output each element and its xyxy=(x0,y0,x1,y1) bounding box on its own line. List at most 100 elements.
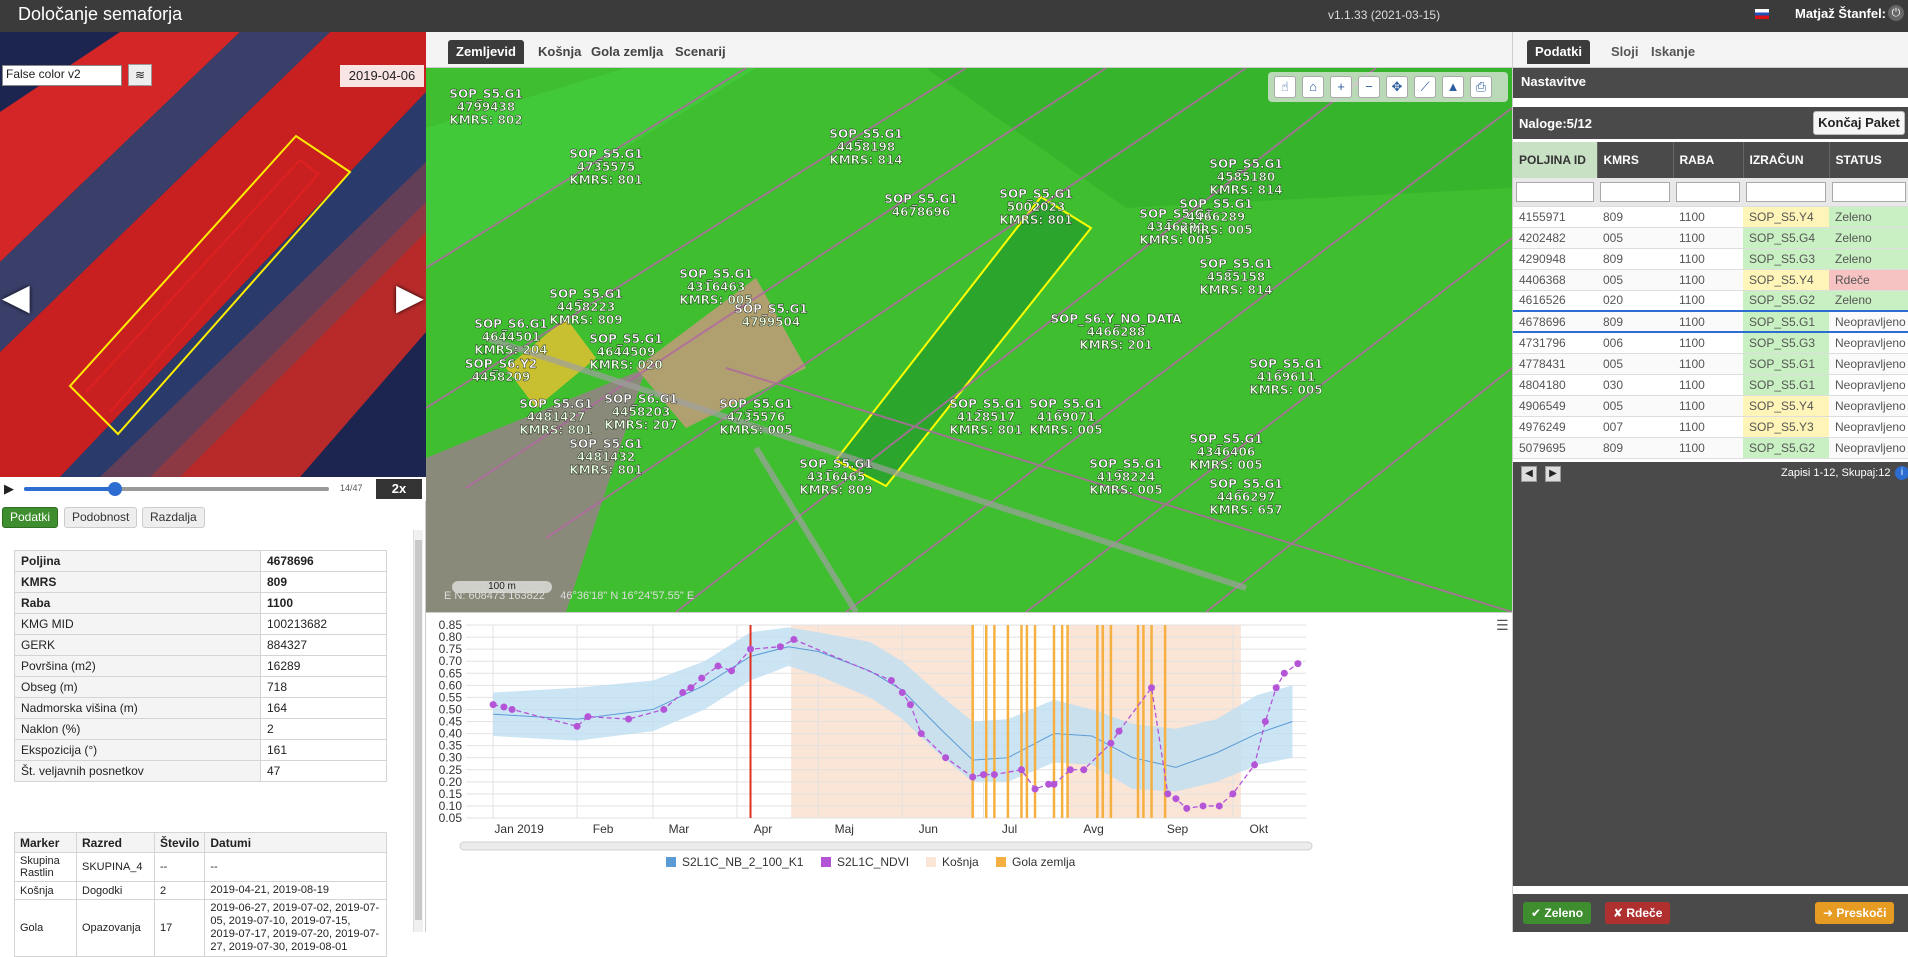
column-filter-input[interactable] xyxy=(1516,181,1594,202)
ndvi-point[interactable] xyxy=(1050,780,1058,788)
tab-scenarij[interactable]: Scenarij xyxy=(675,40,726,64)
next-image-arrow-icon[interactable]: ▶ xyxy=(396,267,424,327)
ndvi-point[interactable] xyxy=(1080,766,1088,774)
timeline-slider-handle[interactable] xyxy=(107,482,122,496)
ndvi-point[interactable] xyxy=(714,662,722,670)
ndvi-point[interactable] xyxy=(887,676,895,684)
task-row[interactable]: 4406368 005 1100 SOP_S5.Y4 Rdeče xyxy=(1513,269,1908,291)
legend-item[interactable]: Košnja xyxy=(926,855,979,869)
measure-tool-icon[interactable]: ⟋ xyxy=(1414,76,1436,98)
home-tool-icon[interactable]: ⌂ xyxy=(1302,76,1324,98)
tab-sloji[interactable]: Sloji xyxy=(1611,40,1638,64)
tab-razdalja[interactable]: Razdalja xyxy=(142,507,205,528)
ndvi-point[interactable] xyxy=(980,771,988,779)
layers-icon[interactable]: ≋ xyxy=(128,64,152,86)
ndvi-point[interactable] xyxy=(625,715,633,723)
task-row[interactable]: 4678696 809 1100 SOP_S5.G1 Neopravljeno xyxy=(1513,310,1908,333)
task-row[interactable]: 4616526 020 1100 SOP_S5.G2 Zeleno xyxy=(1513,290,1908,312)
task-row[interactable]: 4290948 809 1100 SOP_S5.G3 Zeleno xyxy=(1513,248,1908,270)
prev-page-icon[interactable]: ◀ xyxy=(1521,466,1537,482)
ndvi-point[interactable] xyxy=(1272,684,1280,692)
ndvi-point[interactable] xyxy=(1107,739,1115,747)
settings-header[interactable]: Nastavitve xyxy=(1513,68,1908,98)
pan-tool-icon[interactable]: ✥ xyxy=(1386,76,1408,98)
ndvi-point[interactable] xyxy=(790,635,798,643)
ndvi-point[interactable] xyxy=(1148,684,1156,692)
select-tool-icon[interactable]: ☝ xyxy=(1274,76,1296,98)
ndvi-point[interactable] xyxy=(1215,802,1223,810)
ndvi-point[interactable] xyxy=(990,771,998,779)
ndvi-point[interactable] xyxy=(660,705,668,713)
skip-button[interactable]: ➜ Preskoči xyxy=(1815,902,1895,924)
ndvi-point[interactable] xyxy=(1199,802,1207,810)
left-panel-scrollbar[interactable] xyxy=(413,530,423,932)
red-button[interactable]: ✘ Rdeče xyxy=(1605,902,1671,924)
ndvi-point[interactable] xyxy=(747,645,755,653)
scrollbar-thumb[interactable] xyxy=(415,540,422,920)
ndvi-point[interactable] xyxy=(584,713,592,721)
ndvi-point[interactable] xyxy=(573,722,581,730)
legend-item[interactable]: S2L1C_NB_2_100_K1 xyxy=(666,855,804,869)
tab-podatki[interactable]: Podatki xyxy=(2,507,59,528)
ndvi-point[interactable] xyxy=(1251,761,1259,769)
finish-package-button[interactable]: Končaj Paket xyxy=(1813,111,1905,135)
column-filter-input[interactable] xyxy=(1676,181,1740,202)
task-row[interactable]: 4155971 809 1100 SOP_S5.Y4 Zeleno xyxy=(1513,206,1908,228)
column-filter-input[interactable] xyxy=(1746,181,1826,202)
tab-kosnja[interactable]: Košnja xyxy=(538,40,581,64)
ndvi-point[interactable] xyxy=(1172,795,1180,803)
ndvi-point[interactable] xyxy=(1294,660,1302,668)
logout-icon[interactable]: ⏻ xyxy=(1888,5,1904,21)
map-view[interactable]: SOP_S5.G1 4799438 KMRS: 802 SOP_S5.G1 473557… xyxy=(426,68,1512,612)
green-button[interactable]: ✔ Zeleno xyxy=(1523,902,1592,924)
timeline-slider[interactable] xyxy=(24,482,329,496)
next-page-icon[interactable]: ▶ xyxy=(1545,466,1561,482)
task-row[interactable]: 4202482 005 1100 SOP_S5.G4 Zeleno xyxy=(1513,227,1908,249)
legend-item[interactable]: Gola zemlja xyxy=(996,855,1076,869)
ndvi-point[interactable] xyxy=(1280,669,1288,677)
tab-gola-zemlja[interactable]: Gola zemlja xyxy=(591,40,663,64)
play-icon[interactable]: ▶ xyxy=(4,481,14,497)
language-flag-icon[interactable] xyxy=(1755,9,1769,19)
ndvi-point[interactable] xyxy=(906,701,914,709)
col-kmrs[interactable]: KMRS xyxy=(1597,142,1674,178)
ndvi-point[interactable] xyxy=(917,730,925,738)
column-filter-input[interactable] xyxy=(1600,181,1670,202)
col-poljina-id[interactable]: POLJINA ID xyxy=(1513,142,1598,178)
zoom-in-icon[interactable]: + xyxy=(1330,76,1352,98)
ndvi-point[interactable] xyxy=(508,705,516,713)
ndvi-point[interactable] xyxy=(728,667,736,675)
task-row[interactable]: 4906549 005 1100 SOP_S5.Y4 Neopravljeno xyxy=(1513,395,1908,417)
tab-iskanje[interactable]: Iskanje xyxy=(1651,40,1695,64)
ndvi-point[interactable] xyxy=(698,674,706,682)
ndvi-point[interactable] xyxy=(942,754,950,762)
satellite-image-viewer[interactable]: False color v2 ≋ 2019-04-06 ◀ ▶ xyxy=(0,32,426,477)
zoom-out-icon[interactable]: − xyxy=(1358,76,1380,98)
ndvi-point[interactable] xyxy=(1183,804,1191,812)
ndvi-point[interactable] xyxy=(1066,766,1074,774)
task-row[interactable]: 4778431 005 1100 SOP_S5.G1 Neopravljeno xyxy=(1513,353,1908,375)
tab-podobnost[interactable]: Podobnost xyxy=(64,507,138,528)
ndvi-point[interactable] xyxy=(1164,790,1172,798)
ndvi-point[interactable] xyxy=(1229,790,1237,798)
task-row[interactable]: 4976249 007 1100 SOP_S5.Y3 Neopravljeno xyxy=(1513,416,1908,438)
task-row[interactable]: 5079695 809 1100 SOP_S5.G2 Neopravljeno xyxy=(1513,437,1908,459)
layer-select[interactable]: False color v2 xyxy=(2,65,122,86)
ndvi-point[interactable] xyxy=(776,643,784,651)
ndvi-point[interactable] xyxy=(1031,785,1039,793)
task-row[interactable]: 4804180 030 1100 SOP_S5.G1 Neopravljeno xyxy=(1513,374,1908,396)
ndvi-point[interactable] xyxy=(1115,727,1123,735)
ndvi-point[interactable] xyxy=(898,689,906,697)
legend-item[interactable]: S2L1C_NDVI xyxy=(821,855,909,869)
speed-button[interactable]: 2x xyxy=(376,479,422,499)
col-izracun[interactable]: IZRAČUN xyxy=(1743,142,1830,178)
ndvi-point[interactable] xyxy=(489,701,497,709)
ndvi-point[interactable] xyxy=(1261,718,1269,725)
chart-menu-icon[interactable]: ☰ xyxy=(1496,617,1509,634)
column-filter-input[interactable] xyxy=(1832,181,1906,202)
col-status[interactable]: STATUS xyxy=(1829,142,1908,178)
previous-image-arrow-icon[interactable]: ◀ xyxy=(2,267,30,327)
col-raba[interactable]: RABA xyxy=(1673,142,1744,178)
ndvi-point[interactable] xyxy=(1017,766,1025,774)
tab-zemljevid[interactable]: Zemljevid xyxy=(448,40,524,64)
